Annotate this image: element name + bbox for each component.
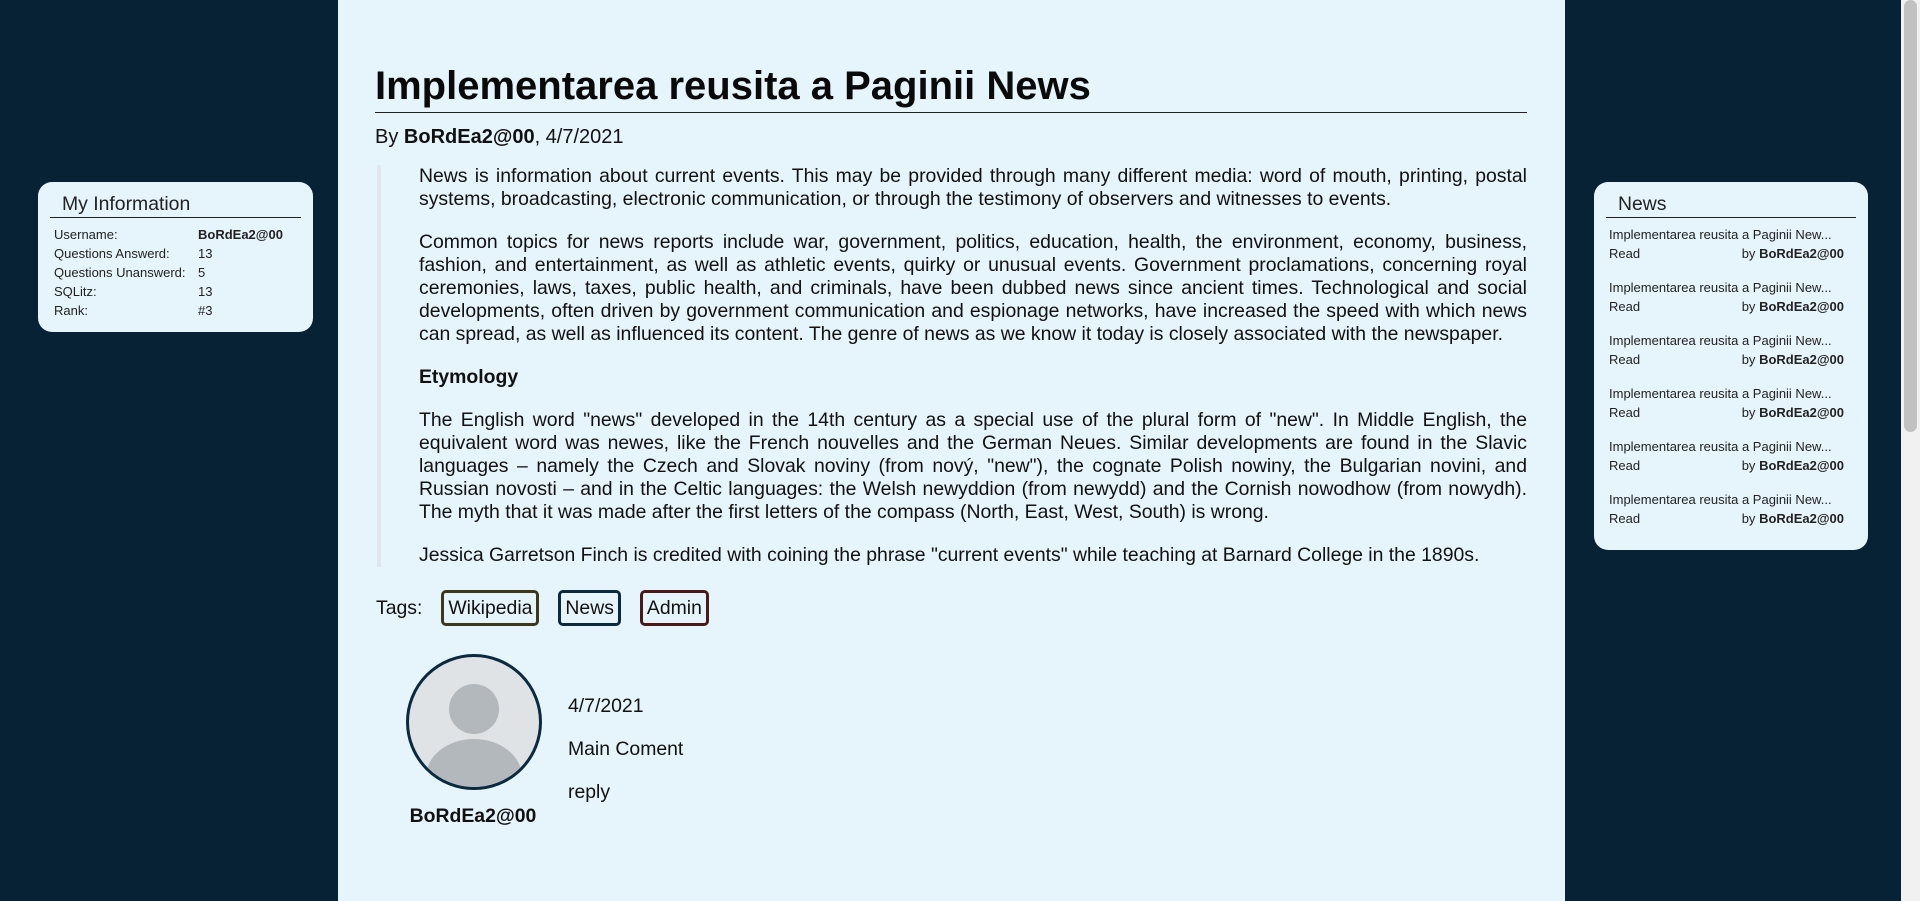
info-key: SQLitz:: [54, 284, 97, 299]
news-by-prefix: by: [1741, 299, 1756, 314]
news-read-link[interactable]: Read: [1609, 297, 1640, 316]
tags-row: Tags: Wikipedia News Admin: [375, 590, 1527, 626]
my-information-table: Username: BoRdEa2@00 Questions Answerd: …: [54, 225, 283, 320]
news-item-title[interactable]: Implementarea reusita a Paginii New...: [1609, 385, 1844, 403]
info-row-questions-answered: Questions Answerd: 13: [54, 244, 283, 263]
article-author: BoRdEa2@00: [403, 126, 535, 148]
news-item-title[interactable]: Implementarea reusita a Paginii New...: [1609, 226, 1844, 244]
article-paragraph: Jessica Garretson Finch is credited with…: [419, 544, 1480, 566]
info-key: Questions Answerd:: [54, 246, 170, 261]
article-paragraph: News is information about current events…: [419, 165, 1527, 210]
my-information-card: My Information Username: BoRdEa2@00 Ques…: [38, 182, 313, 332]
user-avatar-icon: [406, 654, 542, 790]
page-scrollbar[interactable]: [1901, 0, 1920, 901]
news-item-meta: Read by BoRdEa2@00: [1609, 350, 1844, 369]
news-item-author: BoRdEa2@00: [1759, 458, 1844, 473]
info-row-username: Username: BoRdEa2@00: [54, 225, 283, 244]
info-key: Username:: [54, 227, 118, 242]
tag-admin[interactable]: Admin: [639, 590, 709, 626]
article-body: News is information about current events…: [377, 165, 1527, 567]
news-list-item: Implementarea reusita a Paginii New... R…: [1609, 332, 1844, 385]
article-title: Implementarea reusita a Paginii News: [375, 60, 1527, 113]
news-read-link[interactable]: Read: [1609, 456, 1640, 475]
tags-label: Tags:: [376, 596, 423, 619]
page: My Information Username: BoRdEa2@00 Ques…: [0, 0, 1920, 901]
article: Implementarea reusita a Paginii News By …: [375, 60, 1527, 834]
avatar-silhouette: [426, 684, 522, 787]
news-item-meta: Read by BoRdEa2@00: [1609, 244, 1844, 263]
article-byline: By BoRdEa2@00, 4/7/2021: [375, 125, 1527, 149]
news-card-title: News: [1606, 182, 1856, 218]
info-value: 13: [198, 246, 213, 261]
article-paragraph: The English word "news" developed in the…: [419, 409, 1527, 523]
article-paragraph: Common topics for news reports include w…: [419, 231, 1527, 345]
info-key: Rank:: [54, 303, 88, 318]
news-list-item: Implementarea reusita a Paginii New... R…: [1609, 279, 1844, 332]
news-item-title[interactable]: Implementarea reusita a Paginii New...: [1609, 332, 1844, 350]
news-item-byline: by BoRdEa2@00: [1742, 244, 1844, 263]
news-item-title[interactable]: Implementarea reusita a Paginii New...: [1609, 279, 1844, 297]
info-row-sqlitz: SQLitz: 13: [54, 282, 283, 301]
news-item-byline: by BoRdEa2@00: [1742, 297, 1844, 316]
news-read-link[interactable]: Read: [1609, 350, 1640, 369]
news-item-author: BoRdEa2@00: [1759, 246, 1844, 261]
comment: BoRdEa2@00 4/7/2021 Main Coment reply: [375, 654, 1527, 834]
tag-news[interactable]: News: [558, 590, 621, 626]
news-item-meta: Read by BoRdEa2@00: [1609, 509, 1844, 528]
my-information-title: My Information: [50, 182, 301, 218]
tag-wikipedia[interactable]: Wikipedia: [441, 590, 540, 626]
info-value: #3: [198, 303, 213, 318]
news-item-byline: by BoRdEa2@00: [1742, 456, 1844, 475]
reply-link[interactable]: reply: [568, 781, 610, 804]
comment-date: 4/7/2021: [568, 695, 644, 717]
news-item-meta: Read by BoRdEa2@00: [1609, 403, 1844, 422]
news-read-link[interactable]: Read: [1609, 403, 1640, 422]
news-item-author: BoRdEa2@00: [1759, 299, 1844, 314]
info-row-rank: Rank: #3: [54, 301, 283, 320]
news-item-author: BoRdEa2@00: [1759, 511, 1844, 526]
info-value: BoRdEa2@00: [198, 225, 283, 244]
news-item-byline: by BoRdEa2@00: [1742, 509, 1844, 528]
news-item-byline: by BoRdEa2@00: [1742, 403, 1844, 422]
news-item-author: BoRdEa2@00: [1759, 405, 1844, 420]
username-value: BoRdEa2@00: [198, 227, 283, 242]
news-item-meta: Read by BoRdEa2@00: [1609, 456, 1844, 475]
article-subheading: Etymology: [419, 366, 519, 388]
news-item-meta: Read by BoRdEa2@00: [1609, 297, 1844, 316]
news-item-title[interactable]: Implementarea reusita a Paginii New...: [1609, 491, 1844, 509]
news-by-prefix: by: [1741, 352, 1756, 367]
byline-prefix: By: [375, 126, 399, 148]
news-card: News Implementarea reusita a Paginii New…: [1594, 182, 1868, 550]
info-value: 5: [198, 265, 206, 280]
comment-text: Main Coment: [568, 738, 684, 760]
news-item-title[interactable]: Implementarea reusita a Paginii New...: [1609, 438, 1844, 456]
news-list-item: Implementarea reusita a Paginii New... R…: [1609, 385, 1844, 438]
info-value: 13: [198, 284, 213, 299]
news-by-prefix: by: [1741, 405, 1756, 420]
news-by-prefix: by: [1741, 458, 1756, 473]
scrollbar-thumb[interactable]: [1904, 0, 1917, 432]
news-read-link[interactable]: Read: [1609, 244, 1640, 263]
comment-author: BoRdEa2@00: [409, 805, 537, 827]
news-list-item: Implementarea reusita a Paginii New... R…: [1609, 491, 1844, 544]
news-read-link[interactable]: Read: [1609, 509, 1640, 528]
news-by-prefix: by: [1741, 246, 1756, 261]
article-date: , 4/7/2021: [534, 126, 624, 148]
news-item-byline: by BoRdEa2@00: [1742, 350, 1844, 369]
news-by-prefix: by: [1741, 511, 1756, 526]
info-key: Questions Unanswerd:: [54, 265, 186, 280]
main-content: Implementarea reusita a Paginii News By …: [338, 0, 1565, 901]
news-list-item: Implementarea reusita a Paginii New... R…: [1609, 438, 1844, 491]
news-item-author: BoRdEa2@00: [1759, 352, 1844, 367]
info-row-questions-unanswered: Questions Unanswerd: 5: [54, 263, 283, 282]
news-list: Implementarea reusita a Paginii New... R…: [1609, 226, 1844, 544]
news-list-item: Implementarea reusita a Paginii New... R…: [1609, 226, 1844, 279]
